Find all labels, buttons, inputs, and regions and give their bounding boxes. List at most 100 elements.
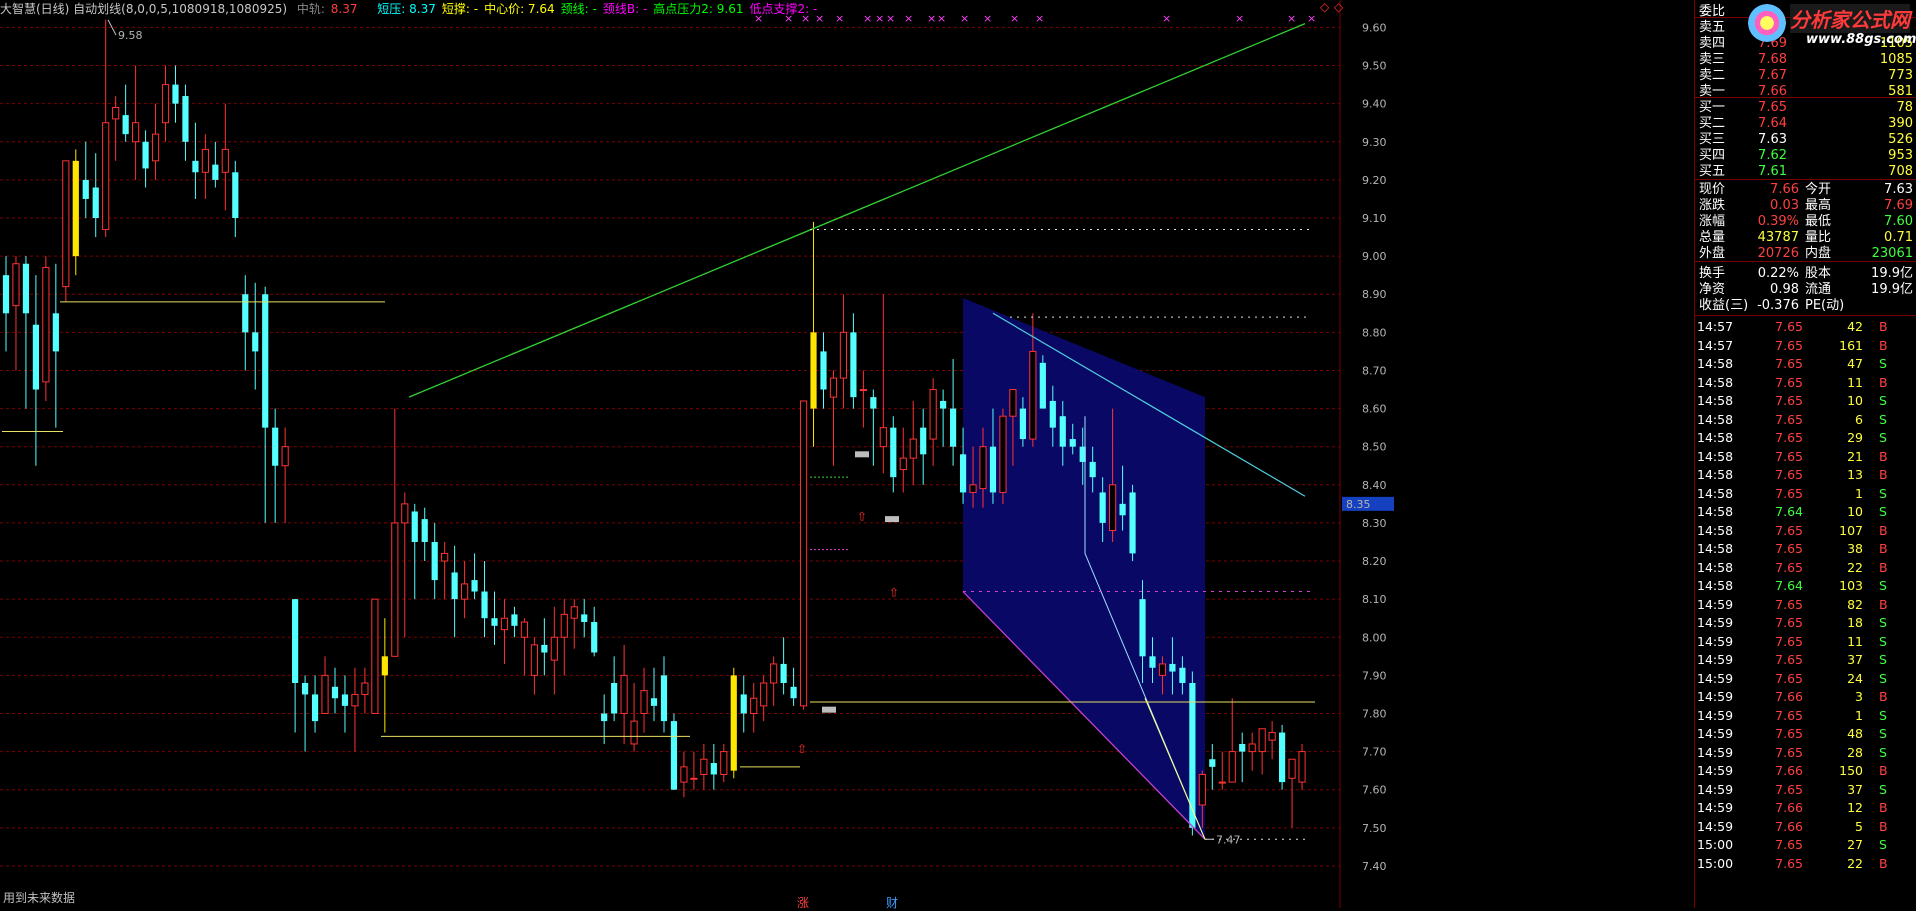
tick-time: 15:00 — [1697, 837, 1734, 852]
tick-row: 14:59 7.65 18 S — [1695, 614, 1916, 633]
candle-body — [142, 141, 149, 169]
candle-body — [630, 720, 638, 745]
stat-label: PE(动) — [1805, 298, 1845, 313]
candle-body — [1239, 743, 1246, 752]
candle-body — [242, 294, 249, 333]
tick-side: S — [1879, 393, 1887, 408]
tick-price: 7.66 — [1775, 800, 1803, 815]
candle-body — [151, 133, 160, 162]
candle-body — [770, 663, 778, 684]
tick-row: 14:58 7.65 11 B — [1695, 374, 1916, 393]
kline-chart[interactable]: 9.60 9.50 9.40 9.30 9.20 9.10 9.00 8.90 8.80 8.70… — [0, 0, 1916, 908]
tick-row: 14:59 7.65 28 S — [1695, 744, 1916, 763]
candle-body — [859, 389, 867, 392]
tick-row: 14:58 7.65 10 S — [1695, 392, 1916, 411]
candle-body — [221, 148, 229, 173]
resistance-trendline — [408, 23, 1306, 398]
candle-body — [391, 522, 399, 657]
candle-body — [969, 484, 977, 493]
tick-volume: 48 — [1847, 726, 1863, 741]
y-tick-label: 7.70 — [1362, 746, 1387, 759]
zhongshu-label: 中轨: — [296, 2, 325, 16]
stat-value: -0.376 — [1757, 298, 1799, 313]
tick-time: 14:59 — [1697, 763, 1734, 778]
candle-body — [431, 541, 438, 581]
candle-body — [311, 694, 319, 722]
y-tick-label: 9.30 — [1362, 136, 1387, 149]
tick-row: 14:59 7.66 5 B — [1695, 818, 1916, 837]
candle-body — [640, 690, 648, 714]
tick-price: 7.65 — [1775, 652, 1803, 667]
tick-side: S — [1879, 781, 1887, 797]
diamond-icon[interactable]: ◇ — [1320, 0, 1329, 14]
tick-row: 14:58 7.65 107 B — [1695, 522, 1916, 541]
tick-volume: 29 — [1847, 430, 1863, 445]
tick-side: B — [1879, 763, 1888, 778]
tick-time: 14:59 — [1697, 670, 1734, 686]
header-indicator-0: 短压: 8.37 — [377, 2, 436, 16]
tick-row: 14:58 7.65 13 B — [1695, 466, 1916, 485]
candle-body — [591, 622, 598, 653]
candle-body — [1089, 461, 1096, 478]
tick-time: 14:59 — [1697, 689, 1734, 704]
tick-side: S — [1879, 578, 1887, 593]
candle-body — [700, 758, 708, 775]
y-tick-label: 9.20 — [1362, 174, 1387, 187]
candle-body — [620, 674, 628, 714]
future-data-note: 用到未来数据 — [3, 891, 76, 905]
candle-body — [32, 324, 39, 390]
gray-marker — [885, 516, 899, 523]
candle-body — [611, 682, 618, 714]
tick-volume: 24 — [1847, 670, 1863, 686]
x-marker: × — [1162, 12, 1171, 25]
candle-body — [1129, 492, 1136, 554]
tick-volume: 5 — [1855, 818, 1863, 834]
tick-side: B — [1879, 374, 1888, 390]
site-logo: 分析家公式网 www.88gs.com — [1748, 0, 1916, 60]
tick-time: 14:58 — [1697, 393, 1734, 408]
candle-body — [1218, 781, 1226, 784]
rise-marker: 涨 — [797, 896, 810, 910]
tick-time: 14:58 — [1697, 485, 1734, 501]
tick-price: 7.65 — [1775, 448, 1803, 464]
y-tick-label: 7.40 — [1362, 860, 1387, 873]
tick-price: 7.65 — [1775, 337, 1803, 353]
tick-volume: 1 — [1855, 485, 1863, 501]
tick-row: 14:58 7.64 10 S — [1695, 503, 1916, 522]
tick-row: 14:59 7.65 37 S — [1695, 781, 1916, 800]
candle-body — [870, 397, 877, 409]
chart-title: 大智慧(日线) 自动划线(8,0,0,5,1080918,1080925) — [0, 2, 288, 16]
candle-body — [1169, 663, 1176, 672]
tick-side: B — [1879, 467, 1888, 482]
candle-body — [950, 408, 957, 447]
candle-body — [481, 591, 488, 619]
candle-body — [1119, 503, 1126, 516]
tick-time: 14:58 — [1697, 356, 1734, 371]
tick-row: 14:57 7.65 161 B — [1695, 337, 1916, 356]
tick-row: 14:58 7.65 38 B — [1695, 540, 1916, 559]
chart-header: 大智慧(日线) 自动划线(8,0,0,5,1080918,1080925) 中轨… — [0, 0, 829, 16]
candle-body — [22, 263, 30, 314]
tick-time: 14:58 — [1697, 467, 1734, 482]
tick-row: 14:58 7.65 47 S — [1695, 355, 1916, 374]
candle-body — [829, 377, 838, 398]
tick-price: 7.65 — [1775, 633, 1803, 649]
y-tick-label: 8.00 — [1362, 631, 1387, 644]
tick-row: 14:59 7.65 11 S — [1695, 633, 1916, 652]
tick-volume: 10 — [1847, 393, 1863, 408]
tick-side: S — [1879, 485, 1887, 501]
tick-row: 14:58 7.64 103 S — [1695, 577, 1916, 596]
y-tick-label: 8.50 — [1362, 441, 1387, 454]
tick-volume: 22 — [1847, 559, 1863, 575]
price-channel — [963, 298, 1205, 840]
candle-body — [1258, 728, 1266, 753]
x-marker: × — [835, 12, 844, 25]
tick-time: 14:58 — [1697, 448, 1734, 464]
candle-body — [161, 84, 170, 124]
tick-time: 14:57 — [1697, 337, 1734, 353]
candle-body — [601, 713, 608, 722]
stat-label: 收益(三) — [1699, 298, 1749, 313]
x-marker: × — [863, 12, 872, 25]
candle-body — [730, 675, 737, 771]
close-icon[interactable]: ◇ — [1334, 0, 1343, 14]
